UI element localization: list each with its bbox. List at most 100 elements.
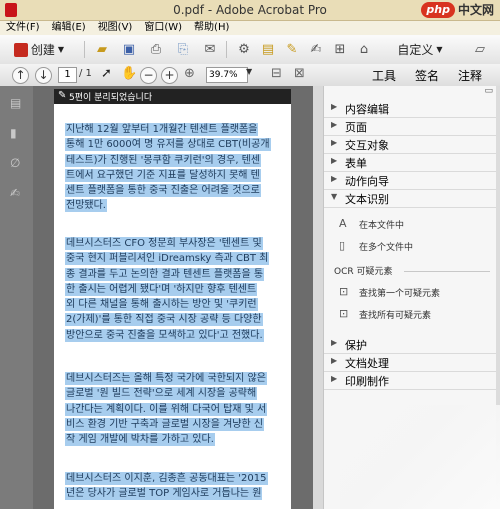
text-line: 년은 당사가 글로벌 TOP 게임사로 거듭나는 원 <box>66 488 262 500</box>
email-icon[interactable]: ✉ <box>201 40 219 59</box>
toolbar-divider <box>226 41 227 58</box>
paragraph-2: 데브시스터즈 CFO 정문희 부사장은 '텐센트 및 중국 현지 퍼블리셔인 i… <box>66 236 280 343</box>
zoom-tool-icon[interactable]: ⊕ <box>184 66 195 81</box>
stamp-icon[interactable]: ⊞ <box>331 40 349 59</box>
zoom-level-input[interactable]: 39.7% <box>206 67 248 83</box>
expand-arrow-icon: ▶ <box>331 102 338 111</box>
main-toolbar: 创建 ▼ ▰ ▣ ⎙ ⎘ ✉ ⚙ ▤ ✎ ✍ ⊞ ⌂ 自定义 ▼ ▱ <box>0 35 500 65</box>
find-suspect-icon: ⊡ <box>339 285 349 298</box>
select-cursor-icon[interactable]: ➚ <box>101 66 112 81</box>
share-icon[interactable]: ⎘ <box>174 40 192 59</box>
section-text-recognition[interactable]: ▼ 文本识别 <box>324 190 497 208</box>
expand-toolbar-icon[interactable]: ▱ <box>470 40 490 59</box>
text-line: 센트 플랫폼을 통한 중국 진출은 어려울 것으로 <box>66 185 260 197</box>
panel-options-icon[interactable]: ▭ <box>484 86 493 96</box>
pdf-page: ✎ 5편이 분리되었습니다 지난해 12월 앞부터 1개월간 텐센트 플랫폼을 … <box>54 89 291 509</box>
expand-arrow-icon: ▶ <box>331 138 338 147</box>
title-bar: 0.pdf - Adobe Acrobat Pro php 中文网 <box>0 0 500 21</box>
text-line: 방안으로 중국 진출을 모색하고 있다'고 전했다. <box>66 329 263 341</box>
panel-top-bar: ▭ <box>324 86 497 100</box>
menu-window[interactable]: 窗口(W) <box>138 21 188 35</box>
ocr-suspects-heading: OCR 可疑元素 <box>334 267 393 277</box>
text-line: 작 게임 개발에 박차를 가하고 있다. <box>66 434 214 446</box>
page-total: / 1 <box>79 68 92 79</box>
section-print-production[interactable]: ▶ 印刷制作 <box>324 372 497 390</box>
toolbar-divider <box>84 41 85 58</box>
expand-arrow-icon: ▶ <box>331 156 338 165</box>
section-action-wizard[interactable]: ▶ 动作向导 <box>324 172 497 190</box>
page-header-bar: ✎ 5편이 분리되었습니다 <box>54 89 291 104</box>
text-line: 2(가제)'를 통한 직접 중국 시장 공략 등 다양한 <box>66 314 262 326</box>
customize-button[interactable]: 自定义 ▼ <box>385 40 455 59</box>
page-header-text: 5편이 분리되었습니다 <box>69 93 153 103</box>
chevron-down-icon: ▼ <box>57 45 65 54</box>
save-icon[interactable]: ▣ <box>120 40 138 59</box>
text-line: 외 다른 채널을 통해 출시하는 방안 및 '쿠키런 <box>66 299 257 311</box>
expand-arrow-icon: ▶ <box>331 338 338 347</box>
text-line: 종 결과를 두고 논의한 결과 텐센트 플랫폼을 통 <box>66 268 264 280</box>
next-page-icon[interactable]: ↓ <box>35 67 52 84</box>
find-all-icon: ⊡ <box>339 307 349 320</box>
paragraph-1: 지난해 12월 앞부터 1개월간 텐센트 플랫폼을 통해 1만 6000여 명 … <box>66 122 280 214</box>
text-recognition-icon: A <box>339 217 347 230</box>
fit-page-icon[interactable]: ⊟ <box>271 66 282 81</box>
hand-tool-icon[interactable]: ✋ <box>121 66 137 81</box>
section-forms[interactable]: ▶ 表单 <box>324 154 497 172</box>
highlight-icon[interactable]: ✍ <box>307 40 325 59</box>
paragraph-3: 데브시스터즈는 올해 특정 국가에 국한되지 않은 글로벌 '원 빌드 전략'으… <box>66 371 280 447</box>
left-navigation-pane: ▤ ▮ ∅ ✍ <box>0 86 34 509</box>
multiple-files-icon: ▯ <box>339 239 346 252</box>
zoom-dropdown-icon[interactable]: ▼ <box>246 67 256 83</box>
tab-sign[interactable]: 签名 <box>409 67 445 83</box>
expand-arrow-icon: ▶ <box>331 374 338 383</box>
sticky-note-icon[interactable]: ✎ <box>283 40 301 59</box>
text-line: 비스 환경 기반 구축과 글로벌 시장을 겨냥한 신 <box>66 418 264 430</box>
create-icon <box>13 42 28 57</box>
text-line: 한 출시는 어렵게 됐다'며 '하지만 향후 텐센트 <box>66 283 257 295</box>
menu-help[interactable]: 帮助(H) <box>188 21 235 35</box>
page-thumbnails-icon[interactable]: ▤ <box>10 96 23 110</box>
section-protection[interactable]: ▶ 保护 <box>324 336 497 354</box>
attach-icon[interactable]: ⌂ <box>355 40 373 59</box>
comment-icon[interactable]: ▤ <box>259 40 277 59</box>
bookmarks-icon[interactable]: ▮ <box>10 126 23 140</box>
customize-label: 自定义 <box>397 43 434 57</box>
page-number-input[interactable]: 1 <box>58 67 77 83</box>
create-label: 创建 <box>30 43 55 57</box>
settings-gear-icon[interactable]: ⚙ <box>235 40 253 59</box>
text-line: 데브시스터즈 이지훈, 김종흔 공동대표는 '2015 <box>66 473 267 484</box>
menu-file[interactable]: 文件(F) <box>0 21 46 35</box>
zoom-in-icon[interactable]: + <box>161 67 178 84</box>
chevron-down-icon: ▼ <box>436 45 443 54</box>
previous-page-icon[interactable]: ↑ <box>12 67 29 84</box>
divider <box>404 271 490 272</box>
tab-tools[interactable]: 工具 <box>366 67 402 83</box>
watermark-logo-text: 中文网 <box>457 3 494 17</box>
text-line: 전망됐다. <box>66 200 106 212</box>
section-content-editing[interactable]: ▶ 内容编辑 <box>324 100 497 118</box>
text-line: 글로벌 '원 빌드 전략'으로 세계 시장을 공략해 <box>66 388 257 400</box>
text-line: 중국 현지 퍼블리셔인 iDreamsky 측과 CBT 최 <box>66 253 269 265</box>
text-line: 데브시스터즈 CFO 정문희 부사장은 '텐센트 및 <box>66 238 262 249</box>
watermark-logo: php 中文网 <box>421 1 494 18</box>
section-interactive-objects[interactable]: ▶ 交互对象 <box>324 136 497 154</box>
document-scrollbar[interactable] <box>313 86 323 509</box>
fit-width-icon[interactable]: ⊠ <box>294 66 305 81</box>
attachments-icon[interactable]: ∅ <box>10 156 23 170</box>
tab-comment[interactable]: 注释 <box>452 67 488 83</box>
zoom-out-icon[interactable]: − <box>140 67 157 84</box>
section-pages[interactable]: ▶ 页面 <box>324 118 497 136</box>
expand-arrow-icon: ▶ <box>331 120 338 129</box>
text-line: 지난해 12월 앞부터 1개월간 텐센트 플랫폼을 <box>66 124 258 135</box>
menu-view[interactable]: 视图(V) <box>92 21 139 35</box>
section-document-processing[interactable]: ▶ 文档处理 <box>324 354 497 372</box>
print-icon[interactable]: ⎙ <box>147 40 165 59</box>
text-line: 통해 1만 6000여 명 유저를 상대로 CBT(비공개 <box>66 139 270 151</box>
create-button[interactable]: 创建 ▼ <box>6 40 72 59</box>
menu-edit[interactable]: 编辑(E) <box>46 21 92 35</box>
text-line: 나간다는 계획이다. 이를 위해 다국어 탑재 및 서 <box>66 403 267 415</box>
watermark-logo-mark: php <box>421 1 455 18</box>
signatures-icon[interactable]: ✍ <box>10 186 23 200</box>
collapse-arrow-icon: ▼ <box>331 192 338 201</box>
open-folder-icon[interactable]: ▰ <box>93 40 111 59</box>
